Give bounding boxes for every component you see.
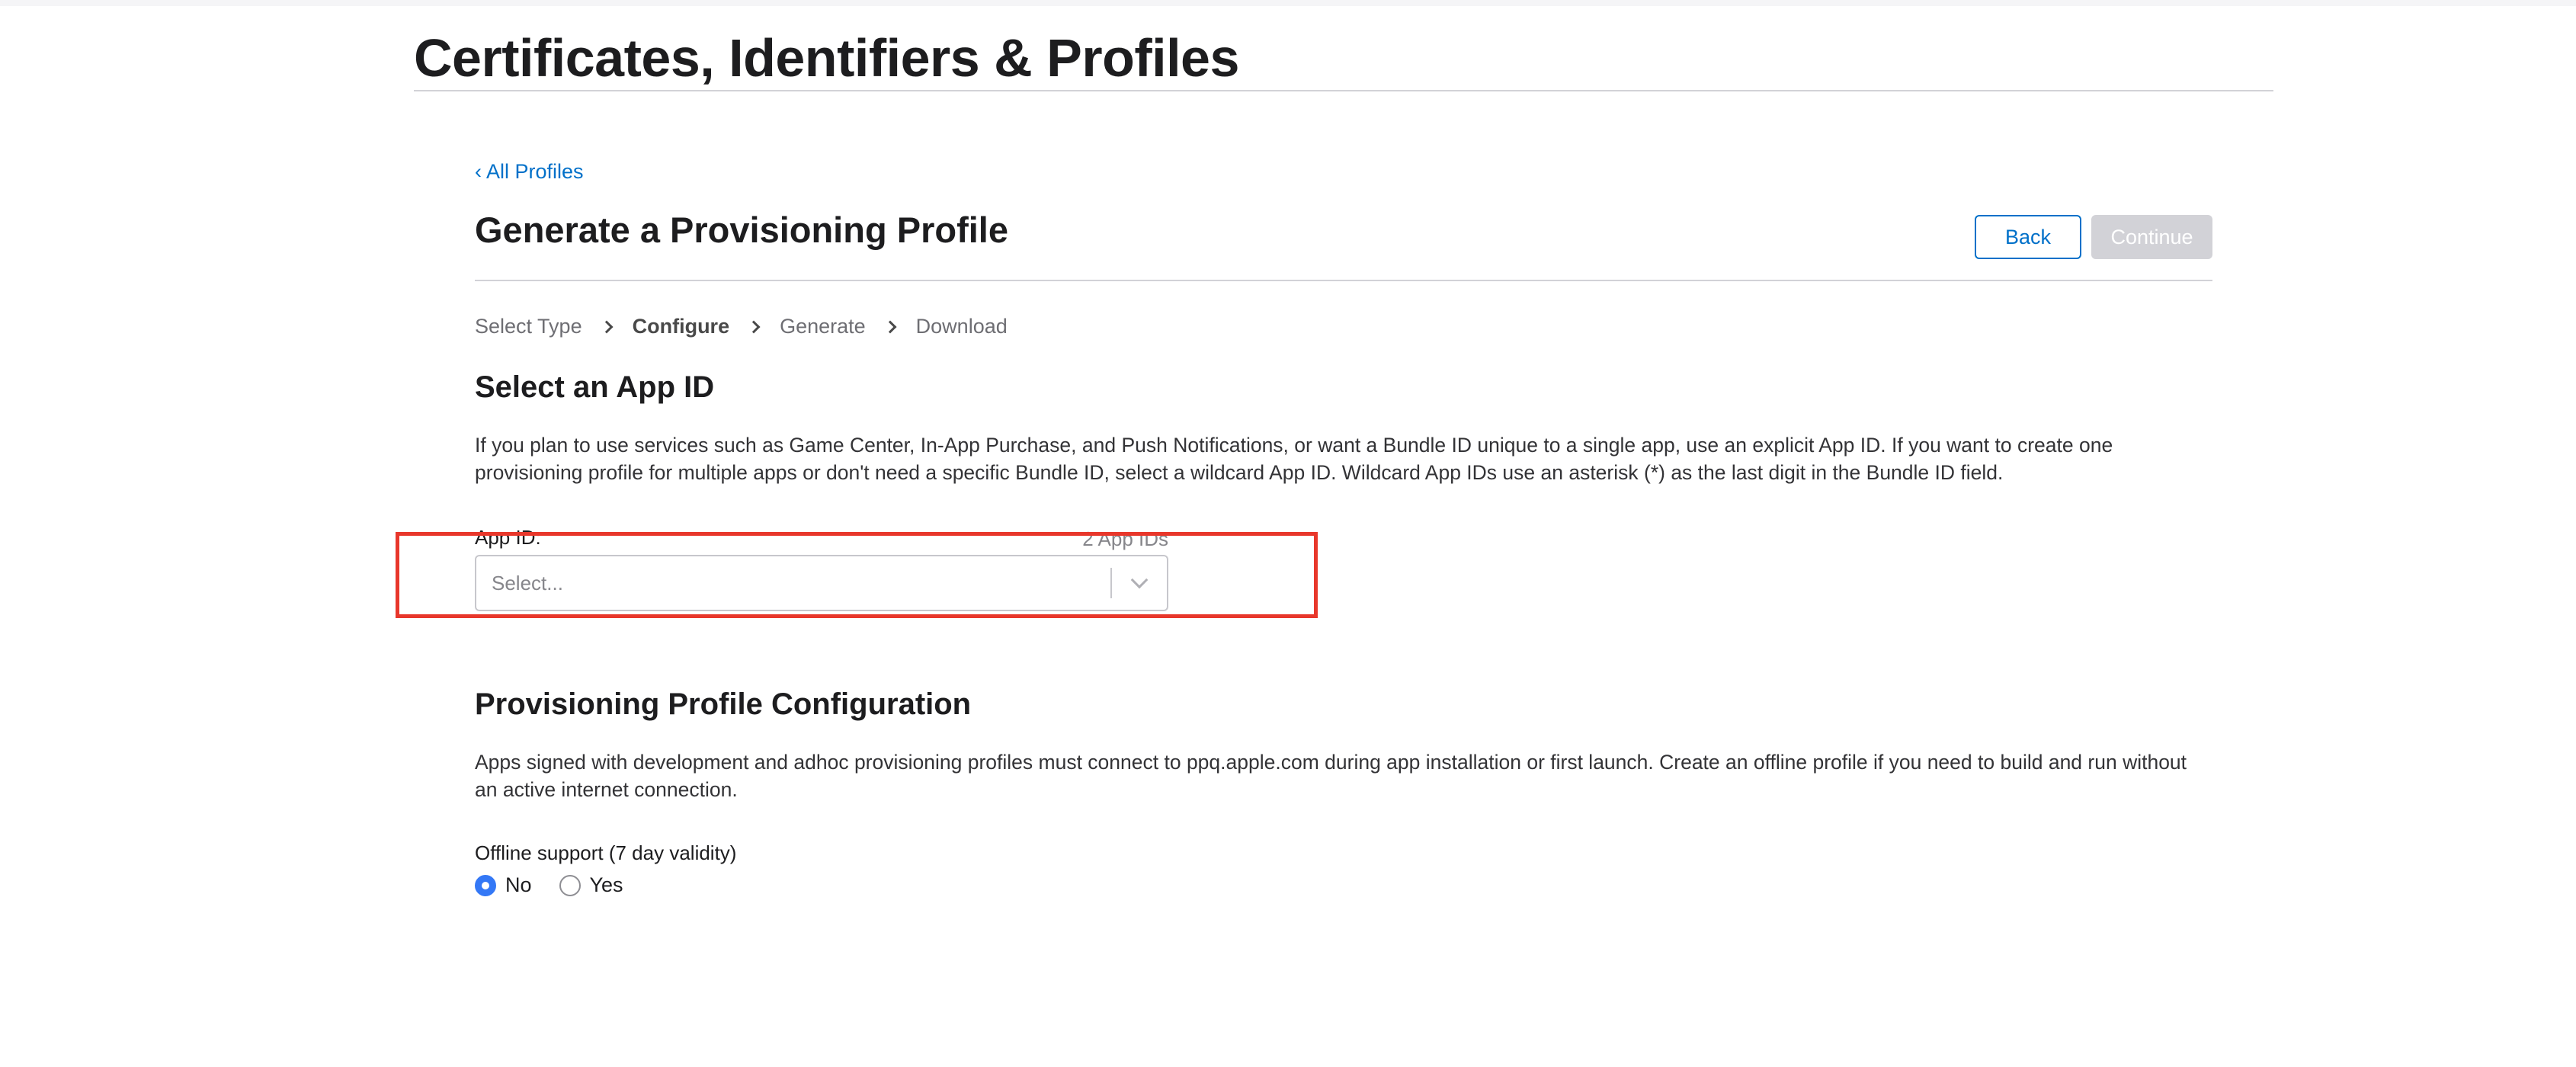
radio-no-label: No <box>505 873 532 896</box>
all-profiles-link[interactable]: ‹ All Profiles <box>475 160 584 184</box>
radio-yes[interactable] <box>559 874 581 896</box>
offline-support-radio-group: No Yes <box>475 873 623 897</box>
chevron-right-icon <box>600 320 614 333</box>
offline-no-option[interactable]: No <box>475 873 532 897</box>
chevron-down-icon[interactable] <box>1112 556 1167 610</box>
step-configure: Configure <box>632 315 730 338</box>
app-id-description: If you plan to use services such as Game… <box>475 434 2113 484</box>
main-content: ‹ All Profiles Generate a Provisioning P… <box>475 0 2212 1067</box>
step-indicator: Select Type Configure Generate Download <box>475 315 1008 338</box>
config-description: Apps signed with development and adhoc p… <box>475 751 2187 801</box>
radio-no[interactable] <box>475 874 496 896</box>
step-generate: Generate <box>780 315 866 338</box>
app-id-label: App ID: <box>475 526 541 549</box>
step-select-type: Select Type <box>475 315 582 338</box>
app-id-select[interactable]: Select... <box>475 555 1168 611</box>
back-button[interactable]: Back <box>1975 215 2081 259</box>
chevron-right-icon <box>883 320 897 333</box>
header-divider <box>475 280 2212 281</box>
chevron-right-icon <box>747 320 761 333</box>
section-title: Generate a Provisioning Profile <box>475 210 1008 250</box>
app-id-select-placeholder: Select... <box>492 571 563 594</box>
step-download: Download <box>915 315 1008 338</box>
app-id-heading: Select an App ID <box>475 370 715 404</box>
radio-yes-label: Yes <box>589 873 623 896</box>
offline-yes-option[interactable]: Yes <box>559 873 623 897</box>
app-id-count: 2 App IDs <box>1082 527 1168 550</box>
offline-support-label: Offline support (7 day validity) <box>475 841 737 864</box>
config-heading: Provisioning Profile Configuration <box>475 687 972 721</box>
continue-button[interactable]: Continue <box>2091 215 2212 259</box>
